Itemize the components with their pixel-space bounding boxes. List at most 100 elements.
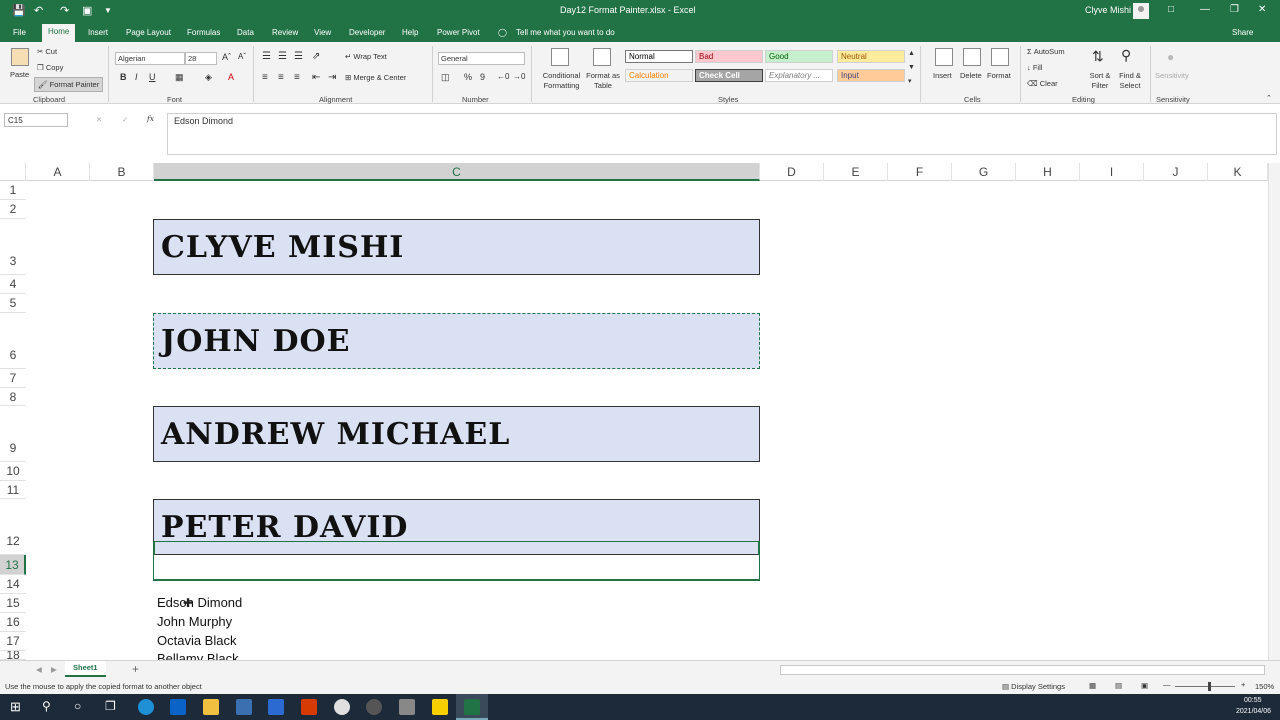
align-center-icon[interactable]: ≡ [278,72,284,83]
name-cell[interactable]: Octavia Black [157,633,236,648]
align-middle-icon[interactable]: ☰ [278,51,287,62]
name-cell-formatted[interactable]: JOHN DOE [153,313,760,369]
zoom-out-icon[interactable]: — [1163,680,1171,689]
select-all-corner[interactable] [0,163,26,181]
row-header[interactable]: 2 [0,200,26,219]
name-box[interactable]: C15 [4,113,68,127]
undo-icon[interactable]: ↶ [34,4,43,17]
column-header[interactable]: G [952,163,1016,181]
share-button[interactable]: Share [1232,28,1253,37]
close-icon[interactable]: ✕ [1258,4,1266,15]
collapse-ribbon-icon[interactable]: ⌃ [1266,94,1272,102]
ribbon-display-icon[interactable]: □ [1168,4,1174,15]
redo-icon[interactable]: ↷ [60,4,69,17]
sensitivity-button[interactable]: Sensitivity [1155,71,1189,80]
column-header[interactable]: D [760,163,824,181]
row-header[interactable]: 17 [0,632,26,651]
autosum-button[interactable]: Σ AutoSum [1027,47,1065,56]
grow-font-icon[interactable]: Aˆ [222,52,231,62]
column-header[interactable]: K [1208,163,1268,181]
row-header[interactable]: 5 [0,294,26,313]
chrome-icon[interactable] [334,699,350,715]
name-cell[interactable]: Edson Dimond [157,595,242,610]
tools-icon[interactable] [399,699,415,715]
column-header[interactable]: A [26,163,90,181]
font-name-select[interactable]: Algerian [115,52,185,65]
fill-color-icon[interactable]: ◈ [205,72,212,83]
increase-indent-icon[interactable]: ⇥ [328,72,336,83]
outlook-icon[interactable] [170,699,186,715]
row-header[interactable]: 15 [0,594,26,613]
row-header[interactable]: 12 [0,499,26,555]
gallery-down-icon[interactable]: ▼ [908,64,915,71]
row-header[interactable]: 6 [0,313,26,369]
clear-button[interactable]: ⌫ Clear [1027,79,1058,88]
format-cells-button[interactable]: Format [987,71,1011,80]
user-name[interactable]: Clyve Mishi [1085,5,1131,15]
search-icon[interactable]: ⚲ [42,699,51,713]
normal-view-icon[interactable]: ▦ [1089,681,1096,690]
cell-style-swatch[interactable]: Bad [695,50,763,63]
restore-icon[interactable]: ❐ [1230,4,1239,15]
percent-button[interactable]: % [464,72,472,82]
cortana-icon[interactable]: ○ [74,699,81,713]
tab-view[interactable]: View [314,28,331,37]
tab-insert[interactable]: Insert [88,28,108,37]
paste-icon[interactable] [11,48,29,66]
row-header[interactable]: 18 [0,651,26,660]
store-icon[interactable] [236,699,252,715]
page-layout-view-icon[interactable]: ▤ [1115,681,1122,690]
paste-button[interactable]: Paste [10,70,29,79]
font-color-icon[interactable]: A [228,72,234,82]
row-header[interactable]: 7 [0,369,26,388]
column-header[interactable]: F [888,163,952,181]
cell-style-swatch[interactable]: Explanatory ... [765,69,833,82]
save-icon[interactable]: 💾 [12,4,26,17]
tab-file[interactable]: File [13,28,26,37]
format-cells-icon[interactable] [991,48,1009,66]
row-header[interactable]: 1 [0,181,26,200]
row-header[interactable]: 16 [0,613,26,632]
enter-icon[interactable]: ✓ [122,115,128,124]
clock-time[interactable]: 00:55 [1244,697,1262,704]
task-view-icon[interactable]: ❐ [105,699,116,713]
horizontal-scrollbar[interactable] [780,665,1265,675]
format-as-table-button[interactable]: Format as Table [585,71,621,91]
row-header[interactable]: 9 [0,406,26,462]
tab-review[interactable]: Review [272,28,298,37]
row-header[interactable]: 13 [0,555,26,575]
zoom-in-icon[interactable]: + [1241,680,1245,689]
file-explorer-icon[interactable] [203,699,219,715]
tab-home[interactable]: Home [42,24,76,42]
cell-style-swatch[interactable]: Good [765,50,833,63]
delete-cells-button[interactable]: Delete [960,71,982,80]
delete-cells-icon[interactable] [963,48,981,66]
accounting-icon[interactable]: ◫ [441,72,450,83]
row-header[interactable]: 11 [0,481,26,499]
row-header[interactable]: 4 [0,275,26,294]
underline-button[interactable]: U [149,72,156,82]
bold-button[interactable]: B [120,72,127,82]
edge-icon[interactable] [138,699,154,715]
office-icon[interactable] [301,699,317,715]
comma-button[interactable]: 9 [480,72,485,82]
scroll-left-icon[interactable]: ◀ [36,665,42,674]
format-painter-button[interactable]: 🖌 Format Painter [34,77,104,92]
cell-style-swatch[interactable]: Calculation [625,69,693,82]
row-header[interactable]: 10 [0,462,26,481]
cell-style-swatch[interactable]: Neutral [837,50,905,63]
conditional-formatting-icon[interactable] [551,48,569,66]
zoom-level[interactable]: 150% [1255,682,1274,691]
formula-input[interactable]: Edson Dimond [167,113,1277,155]
row-header[interactable]: 14 [0,575,26,594]
mail-icon[interactable] [268,699,284,715]
page-break-view-icon[interactable]: ▣ [1141,681,1148,690]
tell-me-search[interactable]: Tell me what you want to do [516,28,615,37]
tab-data[interactable]: Data [237,28,254,37]
display-settings-button[interactable]: ▤ Display Settings [1002,682,1065,691]
tab-page-layout[interactable]: Page Layout [126,28,171,37]
sort-filter-icon[interactable]: ⇅ [1092,48,1104,65]
find-icon[interactable]: ⚲ [1121,47,1131,64]
minimize-icon[interactable]: — [1200,4,1210,15]
column-header[interactable]: C [154,163,760,181]
